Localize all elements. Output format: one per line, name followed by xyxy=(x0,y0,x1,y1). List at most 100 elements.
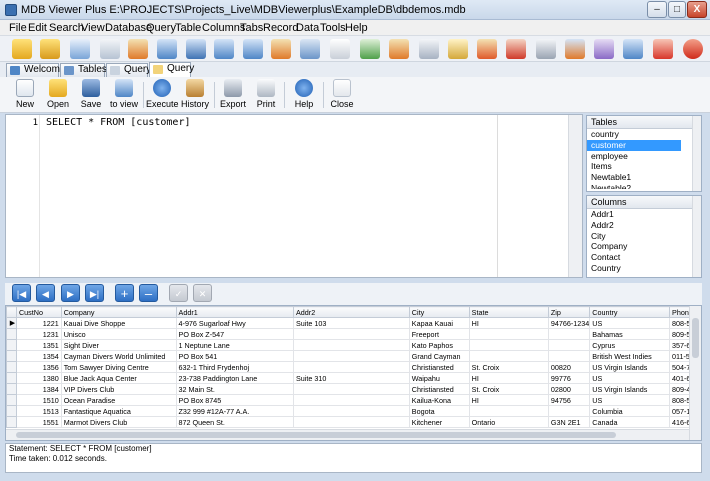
table-cell[interactable] xyxy=(293,416,410,428)
column-header[interactable]: Company xyxy=(60,306,177,318)
exit-icon[interactable] xyxy=(683,39,703,59)
menu-record[interactable]: Record xyxy=(263,22,298,34)
columns-panel-scrollbar[interactable] xyxy=(692,196,701,277)
table-row[interactable]: 1551 Marmot Divers Club 872 Queen St. Kitch… xyxy=(6,416,701,428)
compact-database-icon[interactable] xyxy=(594,39,614,59)
table-cell[interactable]: 1221 xyxy=(15,317,62,329)
table-cell[interactable]: Bogota xyxy=(408,405,470,417)
table-cell[interactable]: 632-1 Third Frydenhoj xyxy=(175,361,295,373)
close-query-button[interactable]: Close xyxy=(329,79,355,112)
delete-record-nav-icon[interactable]: – xyxy=(139,284,158,302)
menu-tools[interactable]: Tools xyxy=(320,22,346,34)
table-cell[interactable]: 94766-1234 xyxy=(547,317,591,329)
table-cell[interactable]: Unisco xyxy=(60,328,177,340)
table-view-icon[interactable] xyxy=(100,39,120,59)
table-cell[interactable]: Christiansted xyxy=(408,361,470,373)
table-item-customer[interactable]: customer xyxy=(587,139,681,151)
column-header[interactable]: CustNo xyxy=(15,306,62,318)
maximize-button[interactable]: □ xyxy=(668,1,686,18)
first-record-icon[interactable]: |◀ xyxy=(12,284,31,302)
column-item-addr2[interactable]: Addr2 xyxy=(587,220,701,231)
menu-search[interactable]: Search xyxy=(49,22,84,34)
table-row[interactable]: 1231 Unisco PO Box Z-547 Freeport Bahamas 809… xyxy=(6,328,701,340)
table-cell[interactable] xyxy=(468,328,549,340)
table-cell[interactable]: US xyxy=(589,394,671,406)
sql-text[interactable]: SELECT * FROM [customer] xyxy=(46,117,191,128)
table-cell[interactable]: Columbia xyxy=(589,405,671,417)
table-grid-icon[interactable] xyxy=(157,39,177,59)
table-cell[interactable]: 1384 xyxy=(15,383,62,395)
lock-icon[interactable] xyxy=(419,39,439,59)
table-cell[interactable] xyxy=(293,339,410,351)
table-cell[interactable]: G3N 2E1 xyxy=(547,416,591,428)
table-cell[interactable]: Sight Diver xyxy=(60,339,177,351)
table-cell[interactable]: 1 Neptune Lane xyxy=(175,339,295,351)
column-header[interactable]: Addr2 xyxy=(293,306,410,318)
table-row[interactable]: ▶ 1221 Kauai Dive Shoppe 4-976 Sugarloaf Hw… xyxy=(6,317,701,329)
table-cell[interactable]: 1231 xyxy=(15,328,62,340)
row-indicator[interactable] xyxy=(6,372,17,384)
table-cell[interactable]: PO Box 541 xyxy=(175,350,295,362)
table-cell[interactable] xyxy=(547,405,591,417)
table-row[interactable]: 1356 Tom Sawyer Diving Centre 632-1 Third … xyxy=(6,361,701,373)
scroll-thumb[interactable] xyxy=(16,432,616,438)
export-toolbar-icon[interactable] xyxy=(565,39,585,59)
column-item-addr1[interactable]: Addr1 xyxy=(587,209,701,220)
table-cell[interactable]: Freeport xyxy=(408,328,470,340)
menu-help[interactable]: Help xyxy=(345,22,368,34)
table-cell[interactable]: 1354 xyxy=(15,350,62,362)
table-cell[interactable] xyxy=(293,405,410,417)
tab-welcome[interactable]: Welcome xyxy=(6,63,66,77)
delete-record-icon[interactable] xyxy=(506,39,526,59)
menu-table[interactable]: Table xyxy=(175,22,201,34)
table-cell[interactable]: Cayman Divers World Unlimited xyxy=(60,350,177,362)
table-cell[interactable]: US Virgin Islands xyxy=(589,383,671,395)
new-query-button[interactable]: New xyxy=(13,79,37,112)
table-cell[interactable]: 1380 xyxy=(15,372,62,384)
scroll-thumb[interactable] xyxy=(692,318,699,358)
menu-columns[interactable]: Columns xyxy=(202,22,245,34)
column-header[interactable]: Addr1 xyxy=(175,306,295,318)
table-row[interactable]: 1351 Sight Diver 1 Neptune Lane Kato Paphos… xyxy=(6,339,701,351)
row-indicator[interactable] xyxy=(6,416,17,428)
print-button[interactable]: Print xyxy=(254,79,278,112)
table-cell[interactable]: Grand Cayman xyxy=(408,350,470,362)
table-row[interactable]: 1510 Ocean Paradise PO Box 8745 Kailua-Kona… xyxy=(6,394,701,406)
add-table-icon[interactable] xyxy=(271,39,291,59)
table-cell[interactable] xyxy=(293,350,410,362)
table-item-newtable1[interactable]: Newtable1 xyxy=(587,172,701,183)
table-row[interactable]: 1380 Blue Jack Aqua Center 23-738 Paddingt… xyxy=(6,372,701,384)
table-cell[interactable]: St. Croix xyxy=(468,361,549,373)
column-item-contact[interactable]: Contact xyxy=(587,252,701,263)
prior-record-icon[interactable]: ◀ xyxy=(36,284,55,302)
table-item-employee[interactable]: employee xyxy=(587,151,701,162)
table-item-items[interactable]: Items xyxy=(587,161,701,172)
table-cell[interactable]: Waipahu xyxy=(408,372,470,384)
table-cell[interactable]: Marmot Divers Club xyxy=(60,416,177,428)
last-record-icon[interactable]: ▶| xyxy=(85,284,104,302)
table-cell[interactable]: Kailua-Kona xyxy=(408,394,470,406)
column-header[interactable]: City xyxy=(408,306,470,318)
table-cell[interactable]: HI xyxy=(468,317,549,329)
insert-column-icon[interactable] xyxy=(243,39,263,59)
repair-database-icon[interactable] xyxy=(623,39,643,59)
table-cell[interactable]: HI xyxy=(468,394,549,406)
close-window-button[interactable]: X xyxy=(687,1,707,18)
row-indicator[interactable]: ▶ xyxy=(6,317,17,329)
table-cell[interactable] xyxy=(547,350,591,362)
minimize-button[interactable]: – xyxy=(647,1,667,18)
tab-query-1[interactable]: Query xyxy=(106,63,151,77)
table-cell[interactable]: Suite 103 xyxy=(293,317,410,329)
row-indicator[interactable] xyxy=(6,383,17,395)
sort-icon[interactable] xyxy=(300,39,320,59)
table-cell[interactable]: Z32 999 #12A-77 A.A. xyxy=(175,405,295,417)
table-cell[interactable]: VIP Divers Club xyxy=(60,383,177,395)
table-cell[interactable]: PO Box 8745 xyxy=(175,394,295,406)
row-indicator[interactable] xyxy=(6,350,17,362)
menu-view[interactable]: View xyxy=(81,22,105,34)
table-cell[interactable]: Canada xyxy=(589,416,671,428)
table-cell[interactable]: 00820 xyxy=(547,361,591,373)
grid-vertical-scrollbar[interactable] xyxy=(689,306,701,440)
menu-query[interactable]: Query xyxy=(146,22,176,34)
table-item-country[interactable]: country xyxy=(587,129,701,140)
